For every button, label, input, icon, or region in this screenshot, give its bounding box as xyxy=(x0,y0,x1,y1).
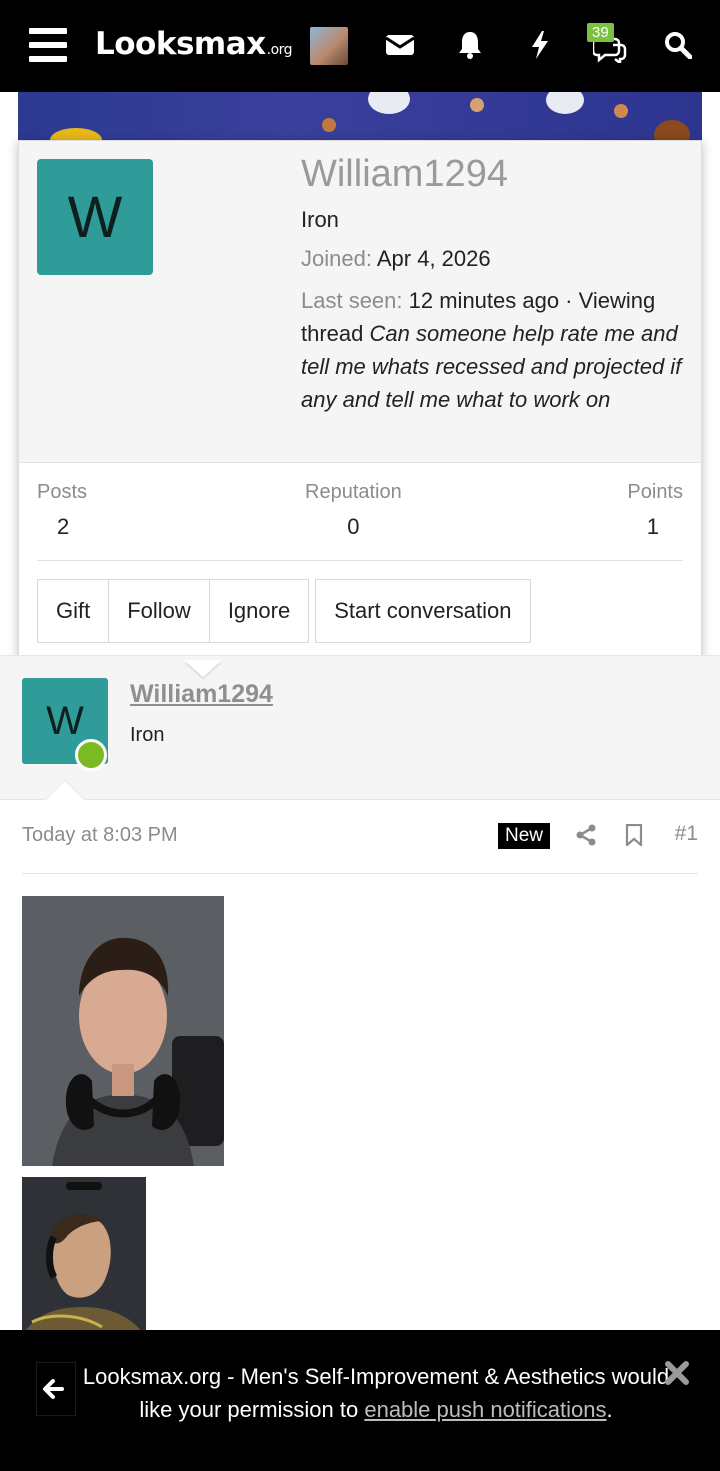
post-user-header: W William1294 Iron xyxy=(0,655,720,800)
stat-points[interactable]: Points 1 xyxy=(627,481,683,540)
push-notification-prompt: Looksmax.org - Men's Self-Improvement & … xyxy=(0,1330,720,1471)
push-notification-message: Looksmax.org - Men's Self-Improvement & … xyxy=(36,1360,676,1426)
envelope-icon[interactable] xyxy=(382,27,418,63)
stat-posts-label: Posts xyxy=(37,481,88,503)
follow-button[interactable]: Follow xyxy=(108,579,210,643)
search-icon[interactable] xyxy=(660,27,696,63)
new-badge: New xyxy=(498,823,551,849)
online-status-indicator xyxy=(75,739,107,771)
member-stats: Posts 2 Reputation 0 Points 1 xyxy=(37,481,683,561)
member-joined: Joined: Apr 4, 2026 xyxy=(301,246,491,272)
post-meta: Today at 8:03 PM New #1 xyxy=(22,820,698,874)
push-message-end: . xyxy=(606,1397,613,1422)
post-image-1[interactable] xyxy=(22,896,224,1166)
site-logo[interactable]: Looksmax.org xyxy=(95,26,293,62)
menu-icon[interactable] xyxy=(29,28,67,62)
tooltip-pointer xyxy=(184,660,222,677)
lightning-icon[interactable] xyxy=(522,27,558,63)
enable-push-notifications-link[interactable]: enable push notifications xyxy=(364,1397,606,1422)
gift-button[interactable]: Gift xyxy=(37,579,110,643)
post-username-link[interactable]: William1294 xyxy=(130,680,273,709)
member-tooltip-card: W William1294 Iron Joined: Apr 4, 2026 L… xyxy=(18,140,702,662)
stat-points-value: 1 xyxy=(646,514,659,539)
bookmark-icon[interactable] xyxy=(621,822,647,848)
joined-value: Apr 4, 2026 xyxy=(376,246,491,271)
bell-icon[interactable] xyxy=(452,27,488,63)
profile-banner xyxy=(18,92,702,144)
top-navigation-bar: Looksmax.org 39 xyxy=(0,0,720,92)
stat-points-label: Points xyxy=(627,481,683,503)
post-number-link[interactable]: #1 xyxy=(675,822,698,846)
share-icon[interactable] xyxy=(573,822,599,848)
post-timestamp[interactable]: Today at 8:03 PM xyxy=(22,824,178,847)
member-username[interactable]: William1294 xyxy=(301,153,508,196)
account-avatar[interactable] xyxy=(310,27,348,65)
member-user-title: Iron xyxy=(301,207,339,232)
post-pointer xyxy=(45,781,85,801)
stat-reputation[interactable]: Reputation 0 xyxy=(305,481,402,540)
joined-label: Joined: xyxy=(301,246,372,271)
member-tooltip-header: W William1294 Iron Joined: Apr 4, 2026 L… xyxy=(19,141,701,463)
logo-suffix: .org xyxy=(266,42,293,58)
stat-reputation-value: 0 xyxy=(347,514,360,539)
post-image-2[interactable] xyxy=(22,1177,146,1337)
last-seen-label: Last seen: xyxy=(301,288,403,313)
ignore-button[interactable]: Ignore xyxy=(208,579,310,643)
conversations-badge: 39 xyxy=(587,23,614,42)
stat-reputation-label: Reputation xyxy=(305,481,402,503)
member-avatar[interactable]: W xyxy=(37,159,153,275)
stat-posts[interactable]: Posts 2 xyxy=(37,481,87,540)
close-icon[interactable] xyxy=(664,1360,690,1386)
member-actions: Gift Follow Ignore Start conversation xyxy=(37,579,531,643)
post-user-title: Iron xyxy=(130,724,165,746)
stat-posts-value: 2 xyxy=(57,514,70,539)
start-conversation-button[interactable]: Start conversation xyxy=(315,579,531,643)
logo-main: Looksmax xyxy=(95,26,266,62)
member-last-seen: Last seen: 12 minutes ago · Viewing thre… xyxy=(301,284,689,416)
